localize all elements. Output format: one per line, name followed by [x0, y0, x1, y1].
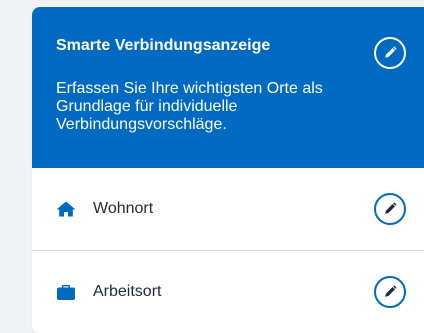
edit-arbeitsort-button[interactable]: [374, 276, 406, 308]
card-title: Smarte Verbindungsanzeige: [56, 37, 271, 54]
card-description: Erfassen Sie Ihre wichtigsten Orte als G…: [56, 80, 323, 133]
location-label: Arbeitsort: [93, 283, 162, 300]
card-header: Smarte Verbindungsanzeige Erfassen Sie I…: [32, 7, 424, 168]
briefcase-icon: [57, 285, 75, 300]
location-row-arbeitsort[interactable]: Arbeitsort: [32, 251, 424, 333]
pencil-icon: [385, 285, 397, 297]
location-label: Wohnort: [93, 200, 154, 217]
pencil-icon: [385, 46, 397, 58]
location-row-wohnort[interactable]: Wohnort: [32, 168, 424, 251]
smart-connection-card: Smarte Verbindungsanzeige Erfassen Sie I…: [32, 7, 424, 333]
edit-header-button[interactable]: [374, 37, 406, 69]
pencil-icon: [385, 202, 397, 214]
home-icon: [56, 201, 76, 217]
edit-wohnort-button[interactable]: [374, 193, 406, 225]
